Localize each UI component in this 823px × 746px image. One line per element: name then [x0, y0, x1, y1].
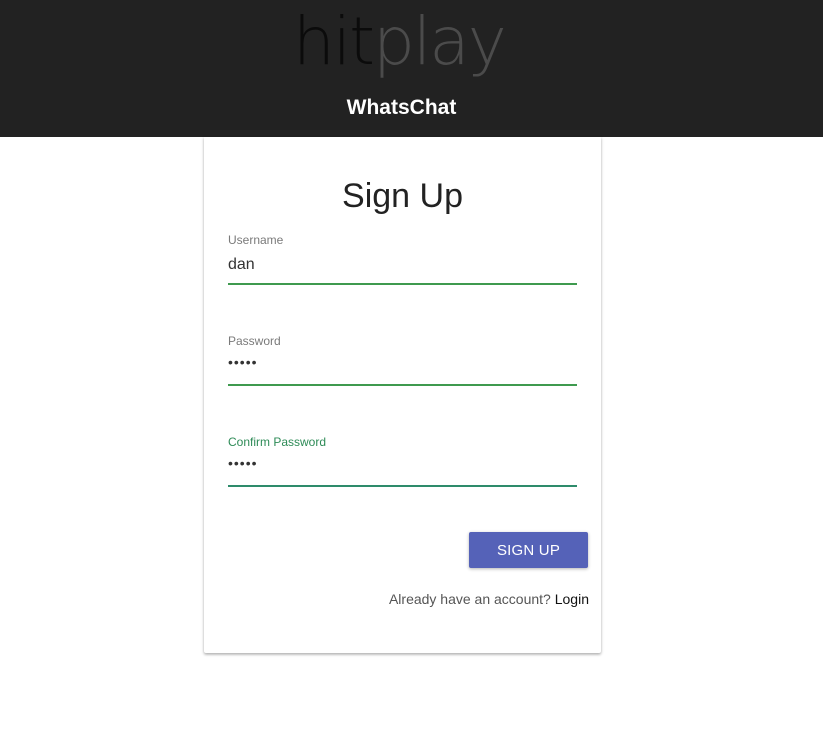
- login-prompt: Already have an account? Login: [389, 591, 589, 607]
- login-link[interactable]: Login: [555, 591, 589, 607]
- hitplay-logo: hitplay: [293, 2, 507, 82]
- password-input[interactable]: •••••: [228, 354, 577, 378]
- login-prompt-text: Already have an account?: [388, 591, 551, 607]
- confirm-password-label: Confirm Password: [228, 435, 327, 449]
- app-header: hitplay WhatsChat: [0, 0, 823, 137]
- username-label: Username: [228, 233, 284, 247]
- confirm-password-underline: [228, 485, 577, 487]
- username-input[interactable]: [228, 253, 577, 277]
- page-title: Sign Up: [342, 177, 463, 215]
- password-label: Password: [228, 334, 281, 348]
- username-underline: [228, 283, 577, 285]
- app-title: WhatsChat: [346, 96, 457, 119]
- logo-play: play: [373, 3, 507, 80]
- signup-card: Sign Up Username Password ••••• Confirm …: [204, 137, 601, 653]
- signup-button[interactable]: SIGN UP: [469, 532, 588, 568]
- confirm-password-input[interactable]: •••••: [228, 455, 577, 479]
- password-underline: [228, 384, 577, 386]
- logo-hit: hit: [293, 3, 375, 80]
